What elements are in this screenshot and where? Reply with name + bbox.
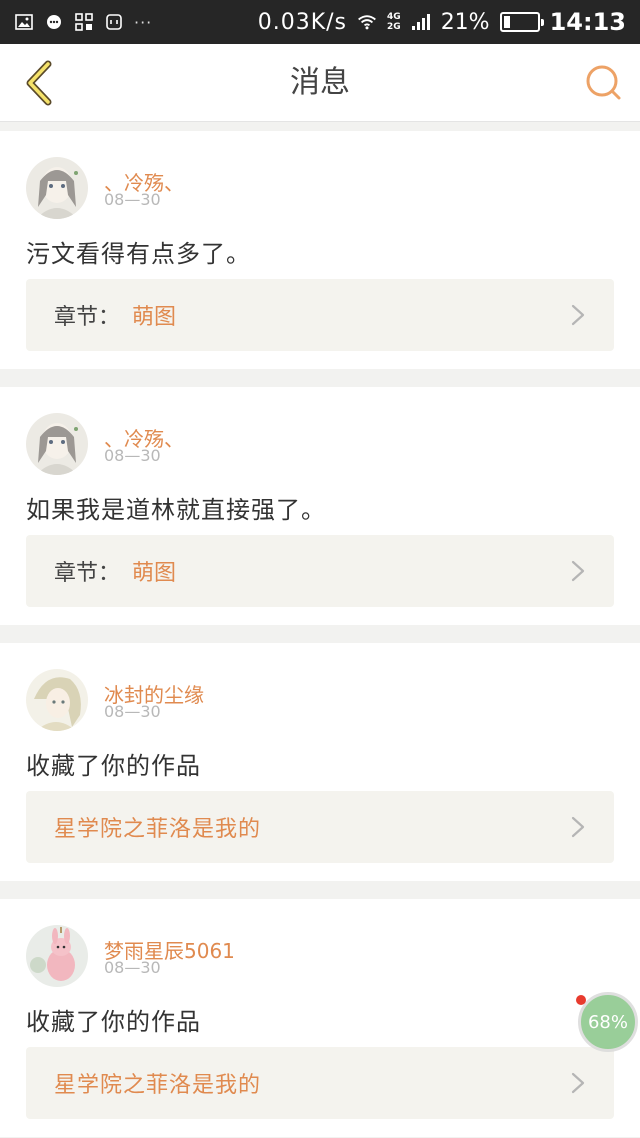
message-time: 08—30 [104,446,161,465]
chevron-right-icon [571,816,585,838]
user-avatar[interactable] [26,669,88,731]
chapter-link[interactable]: 章节： 萌图 [26,535,614,607]
search-icon [586,65,621,100]
network-type-indicator: 4G 2G [387,12,401,32]
memory-booster-widget[interactable]: 68% [578,992,638,1052]
chapter-name: 萌图 [132,561,177,586]
wifi-icon [357,12,377,32]
chevron-right-icon [571,304,585,326]
user-avatar[interactable] [26,413,88,475]
chat-notification-icon [44,12,64,32]
app-header: 消息 [0,44,640,122]
chapter-label: 章节： [54,305,121,330]
chapter-label: 章节： [54,561,121,586]
chevron-right-icon [571,1072,585,1094]
more-notifications-indicator: ··· [134,12,153,32]
message-text: 污文看得有点多了。 [26,240,251,268]
message-text: 收藏了你的作品 [26,752,201,780]
work-title: 星学院之菲洛是我的 [54,817,262,842]
network-type-top: 4G [387,12,401,22]
message-card: 冰封的尘缘 08—30 收藏了你的作品 星学院之菲洛是我的 [0,643,640,881]
work-link[interactable]: 星学院之菲洛是我的 [26,791,614,863]
message-text: 如果我是道林就直接强了。 [26,496,326,524]
message-time: 08—30 [104,190,161,209]
message-card: 、冷殇、 08—30 污文看得有点多了。 章节： 萌图 [0,131,640,369]
message-list: 、冷殇、 08—30 污文看得有点多了。 章节： 萌图 、冷殇、 08—30 如… [0,131,640,1138]
signal-icon [411,12,431,32]
page-title: 消息 [290,65,350,100]
work-link[interactable]: 星学院之菲洛是我的 [26,1047,614,1119]
clock: 14:13 [549,8,626,36]
battery-percent: 21% [440,9,490,35]
gallery-notification-icon [14,12,34,32]
battery-level-fill [503,16,511,28]
status-bar: ··· 0.03K/s 4G 2G 21% 14:13 [0,0,640,44]
search-button[interactable] [582,61,626,105]
network-speed: 0.03K/s [257,9,348,35]
work-title: 星学院之菲洛是我的 [54,1073,262,1098]
message-time: 08—30 [104,702,161,721]
chapter-name: 萌图 [132,305,177,330]
battery-icon [499,12,544,32]
message-time: 08—30 [104,958,161,977]
network-type-bottom: 2G [387,22,401,32]
message-text: 收藏了你的作品 [26,1008,201,1036]
chapter-link[interactable]: 章节： 萌图 [26,279,614,351]
apps-notification-icon [74,12,94,32]
user-avatar[interactable] [26,157,88,219]
message-card: 梦雨星辰5061 08—30 收藏了你的作品 星学院之菲洛是我的 [0,899,640,1137]
app-notification-icon [104,12,124,32]
user-avatar[interactable] [26,925,88,987]
chevron-right-icon [571,560,585,582]
message-card: 、冷殇、 08—30 如果我是道林就直接强了。 章节： 萌图 [0,387,640,625]
notification-dot [576,995,586,1005]
